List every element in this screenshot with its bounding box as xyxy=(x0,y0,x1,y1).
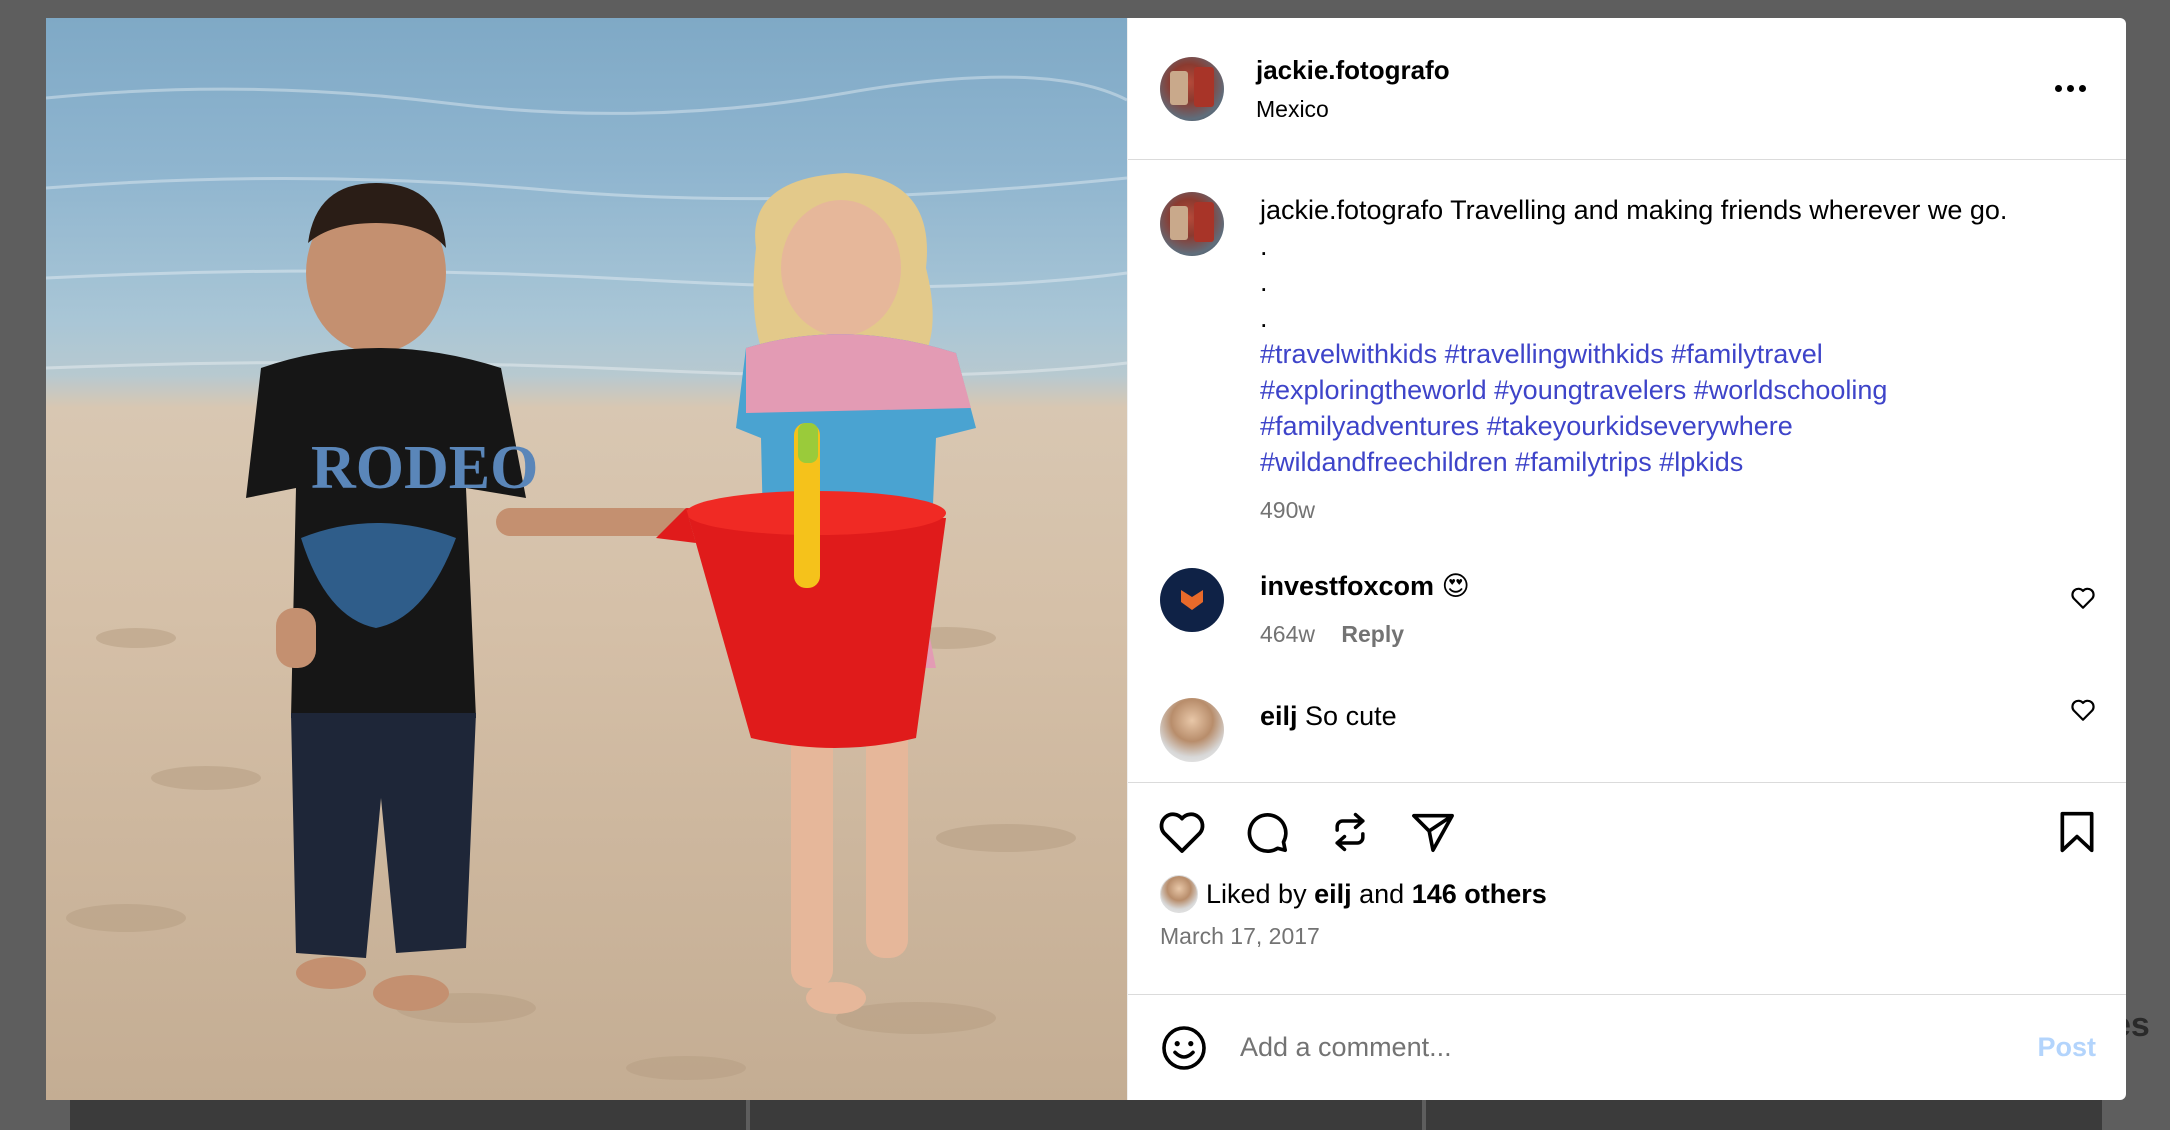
hashtag-link[interactable]: #exploringtheworld xyxy=(1260,375,1487,405)
comment-age[interactable]: 464w xyxy=(1260,621,1315,647)
comment-input[interactable] xyxy=(1240,1032,2038,1063)
repost-button[interactable] xyxy=(1328,809,1372,855)
heart-icon xyxy=(2071,587,2095,609)
caption-body: jackie.fotografo Travelling and making f… xyxy=(1260,192,2096,528)
more-dot xyxy=(2079,85,2086,92)
hashtag-link[interactable]: #familytravel xyxy=(1671,339,1823,369)
post-comment-button[interactable]: Post xyxy=(2037,1032,2096,1063)
commenter-username[interactable]: investfoxcom xyxy=(1260,571,1434,601)
commenter-username[interactable]: eilj xyxy=(1260,701,1298,731)
add-comment-bar: Post xyxy=(1128,994,2126,1100)
action-bar xyxy=(1128,783,2126,861)
post-header: jackie.fotografo Mexico xyxy=(1128,18,2126,160)
author-username[interactable]: jackie.fotografo xyxy=(1256,55,2045,86)
likes-prefix: Liked by xyxy=(1206,878,1307,909)
hashtag-link[interactable]: #youngtravelers xyxy=(1494,375,1686,405)
hashtag-link[interactable]: #travelwithkids xyxy=(1260,339,1437,369)
post-side-panel: jackie.fotografo Mexico jackie.fotografo… xyxy=(1127,18,2126,1100)
hashtag-link[interactable]: #wildandfreechildren xyxy=(1260,447,1508,477)
hashtag-link[interactable]: #worldschooling xyxy=(1694,375,1888,405)
author-avatar[interactable] xyxy=(1160,56,1224,121)
comment-text: 😍 xyxy=(1441,571,1470,601)
hashtag-link[interactable]: #familyadventures xyxy=(1260,411,1479,441)
likes-summary: Liked by eilj and 146 others xyxy=(1128,861,2126,913)
more-dot xyxy=(2067,85,2074,92)
commenter-avatar[interactable] xyxy=(1160,568,1224,632)
comments-section[interactable]: jackie.fotografo Travelling and making f… xyxy=(1128,160,2126,782)
more-options-button[interactable] xyxy=(2045,75,2096,102)
emoji-button[interactable] xyxy=(1160,1024,1208,1072)
heart-icon xyxy=(1159,812,1205,853)
hashtag-list: #travelwithkids #travellingwithkids #fam… xyxy=(1260,336,2096,480)
hashtag-link[interactable]: #takeyourkidseverywhere xyxy=(1487,411,1793,441)
svg-text:RODEO: RODEO xyxy=(311,434,538,502)
post-date[interactable]: March 17, 2017 xyxy=(1128,913,2126,950)
reply-button[interactable]: Reply xyxy=(1341,621,1404,647)
caption-dot: . xyxy=(1260,231,1268,261)
likes-count-link[interactable]: 146 others xyxy=(1412,879,1547,910)
commenter-avatar[interactable] xyxy=(1160,698,1224,762)
comment: investfoxcom 😍 464w Reply xyxy=(1160,568,2096,652)
hashtag-link[interactable]: #lpkids xyxy=(1659,447,1743,477)
likes-joiner: and xyxy=(1359,878,1405,909)
background-thumbnail xyxy=(1426,1100,2102,1130)
liker-username[interactable]: eilj xyxy=(1314,879,1352,910)
hashtag-link[interactable]: #familytrips xyxy=(1515,447,1652,477)
like-comment-button[interactable] xyxy=(2070,698,2096,727)
repost-icon xyxy=(1335,812,1365,852)
beach-photo-illustration: RODEO xyxy=(46,75,1127,1080)
caption-dot: . xyxy=(1260,303,1268,333)
background-thumbnail xyxy=(70,1100,746,1130)
liker-avatar[interactable] xyxy=(1160,875,1198,913)
comment-button[interactable] xyxy=(1244,809,1290,855)
caption: jackie.fotografo Travelling and making f… xyxy=(1160,192,2096,528)
post-actions-area: Liked by eilj and 146 others March 17, 2… xyxy=(1128,782,2126,994)
share-button[interactable] xyxy=(1410,810,1456,854)
post-photo[interactable]: RODEO xyxy=(46,18,1127,1100)
like-comment-button[interactable] xyxy=(2070,586,2096,615)
send-icon xyxy=(1412,813,1454,852)
caption-author-avatar[interactable] xyxy=(1160,192,1224,256)
bookmark-icon xyxy=(2060,811,2094,853)
caption-username[interactable]: jackie.fotografo xyxy=(1260,195,1443,225)
background-thumbnail xyxy=(750,1100,1422,1130)
caption-age[interactable]: 490w xyxy=(1260,497,1315,523)
comment-text: So cute xyxy=(1305,701,1397,731)
comment-icon xyxy=(1247,813,1288,854)
like-button[interactable] xyxy=(1158,810,1206,854)
heart-icon xyxy=(2071,699,2095,721)
emoji-icon xyxy=(1162,1025,1206,1070)
caption-dot: . xyxy=(1260,267,1268,297)
post-location[interactable]: Mexico xyxy=(1256,96,2045,123)
post-modal: RODEO jackie.fotografo Mexico jackie.fot… xyxy=(46,18,2126,1100)
caption-text: Travelling and making friends wherever w… xyxy=(1450,195,2008,225)
comment: eilj So cute xyxy=(1160,698,2096,762)
save-button[interactable] xyxy=(2058,810,2096,854)
more-horizontal-icon xyxy=(2055,85,2062,92)
hashtag-link[interactable]: #travellingwithkids xyxy=(1445,339,1664,369)
